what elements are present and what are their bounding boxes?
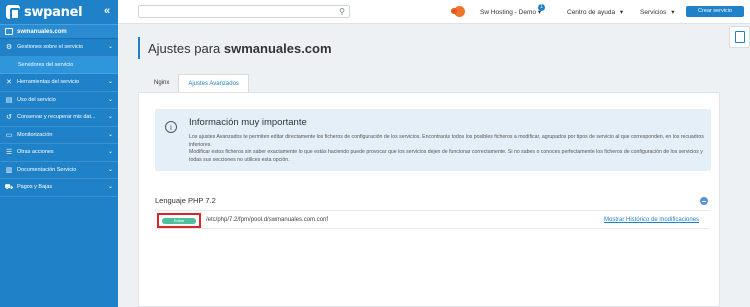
topbar: ⚲ Sw Hosting - Demo ▾ 1 Centro de ayuda … (118, 0, 750, 24)
app-name: swpanel (24, 4, 83, 20)
notification-badge: 1 (538, 4, 545, 11)
sidebar-item-conservar[interactable]: ↺ Conservar y recuperar mis dat... ⌄ (0, 109, 118, 127)
php-section-title: Lenguaje PHP 7.2 (155, 196, 216, 205)
account-name: Sw Hosting - Demo (480, 9, 536, 16)
sidebar: swpanel « swmanuales.com ⚙ Gestiones sob… (0, 0, 118, 307)
account-menu[interactable]: Sw Hosting - Demo ▾ (480, 8, 541, 16)
collapse-icon[interactable] (700, 197, 708, 205)
info-line: Modificar estos ficheros sin saber exact… (189, 149, 703, 163)
php-config-row: Editar /etc/php/7.2/fpm/pool.d/swmanuale… (155, 210, 710, 229)
info-title: Información muy importante (189, 117, 307, 128)
sidebar-item-label: Uso del servicio (17, 96, 56, 103)
logo[interactable]: swpanel (0, 0, 118, 24)
help-menu[interactable]: Centro de ayuda ▾ (567, 8, 623, 16)
content-panel: i Información muy importante Los ajustes… (138, 92, 720, 307)
search-icon[interactable]: ⚲ (339, 7, 345, 16)
tab-ajustes-avanzados[interactable]: Ajustes Avanzados (178, 74, 249, 92)
tab-nginx[interactable]: Nginx (145, 74, 178, 92)
chevron-down-icon: ⌄ (107, 96, 113, 103)
info-box: i Información muy importante Los ajustes… (155, 109, 711, 171)
server-icon (5, 28, 13, 35)
sidebar-item-label: Conservar y recuperar mis dat... (17, 114, 96, 121)
chevron-down-icon: ⌄ (107, 166, 113, 173)
side-widget-button[interactable] (729, 26, 750, 48)
sidebar-domain[interactable]: swmanuales.com (0, 24, 118, 39)
sidebar-item-documentacion[interactable]: ▥ Documentación Servicio ⌄ (0, 162, 118, 179)
sidebar-item-gestiones[interactable]: ⚙ Gestiones sobre el servicio ⌄ (0, 39, 118, 57)
sidebar-item-servidores[interactable]: Servidores del servicio (0, 56, 118, 74)
edit-button[interactable]: Editar (162, 218, 196, 224)
list-icon: ☰ (5, 149, 13, 157)
chevron-down-icon: ⌄ (107, 44, 113, 50)
services-label: Servicios (640, 9, 667, 16)
sidebar-item-otras[interactable]: ☰ Otras acciones ⌄ (0, 144, 118, 162)
info-icon: i (165, 121, 177, 133)
info-line: Los ajustes Avanzados te permiten editar… (189, 134, 704, 148)
page-title: Ajustes para swmanuales.com (138, 37, 332, 59)
sidebar-item-label: Gestiones sobre el servicio (17, 44, 84, 51)
avatar[interactable] (451, 6, 465, 17)
tools-icon: ✕ (6, 79, 12, 87)
sidebar-domain-label: swmanuales.com (17, 28, 67, 35)
sidebar-item-label: Monitorización (17, 131, 53, 138)
info-text: Los ajustes Avanzados te permiten editar… (189, 134, 705, 164)
collapse-sidebar-icon[interactable]: « (104, 5, 110, 17)
sidebar-item-label: Servidores del servicio (18, 61, 74, 68)
swpanel-logo-icon (6, 5, 20, 20)
page-title-prefix: Ajustes para (148, 40, 224, 56)
sidebar-item-herramientas[interactable]: ✕ Herramientas del servicio ⌄ (0, 74, 118, 92)
highlight-box: Editar (157, 213, 201, 228)
gear-icon: ⚙ (5, 44, 13, 52)
sidebar-item-label: Herramientas del servicio (17, 79, 80, 86)
chevron-down-icon: ⌄ (107, 79, 113, 85)
chevron-down-icon: ⌄ (107, 131, 113, 138)
sidebar-item-uso[interactable]: ▤ Uso del servicio ⌄ (0, 92, 118, 109)
cart-icon: ⛟ (4, 183, 14, 191)
chevron-down-icon: ▾ (619, 9, 624, 16)
chevron-down-icon: ⌄ (107, 114, 113, 120)
chevron-down-icon: ▾ (671, 9, 675, 16)
help-label: Centro de ayuda (567, 9, 616, 16)
clipboard-icon (735, 31, 745, 43)
sidebar-item-label: Documentación Servicio (17, 166, 77, 173)
search-input[interactable]: ⚲ (138, 5, 350, 18)
create-service-button[interactable]: Crear servicio (686, 6, 744, 17)
document-icon: ▤ (5, 96, 13, 104)
sidebar-item-monitorizacion[interactable]: ▭ Monitorización ⌄ (0, 127, 118, 144)
backup-icon: ↺ (6, 114, 12, 122)
book-icon: ▥ (5, 166, 13, 174)
config-file-path: /etc/php/7.2/fpm/pool.d/swmanuales.com.c… (206, 217, 329, 223)
monitor-icon: ▭ (5, 131, 13, 139)
tabs: Nginx Ajustes Avanzados (145, 74, 249, 92)
sidebar-item-pagos[interactable]: ⛟ Pagos y Bajas ⌄ (0, 179, 118, 197)
page-title-domain: swmanuales.com (223, 40, 332, 56)
sidebar-item-label: Pagos y Bajas (17, 184, 53, 191)
history-link[interactable]: Mostrar Histórico de modificaciones (604, 217, 699, 223)
chevron-down-icon: ⌄ (107, 184, 113, 190)
chevron-down-icon: ⌄ (107, 149, 113, 155)
sidebar-item-label: Otras acciones (17, 149, 54, 156)
services-menu[interactable]: Servicios ▾ (640, 8, 674, 16)
